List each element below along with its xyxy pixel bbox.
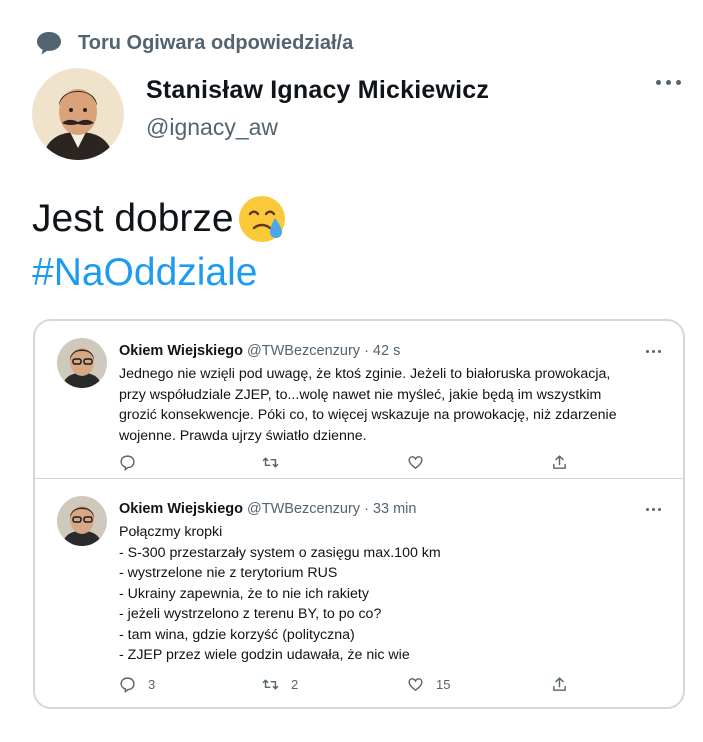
text-line: - ZJEP przez wiele godzin udawała, że ni… <box>119 647 410 663</box>
reply-context-text: Toru Ogiwara odpowiedział/a <box>78 31 354 54</box>
text-line: Jednego nie wzięli pod uwagę, że ktoś zg… <box>119 366 611 382</box>
quoted-author-name[interactable]: Okiem Wiejskiego <box>119 501 243 517</box>
tweet-actions <box>119 454 579 474</box>
avatar[interactable] <box>32 68 124 160</box>
text-line: wojenne. Prawda ujrzy światło dzienne. <box>119 427 367 444</box>
more-options-icon[interactable] <box>646 350 661 353</box>
quoted-author-name[interactable]: Okiem Wiejskiego <box>119 343 243 359</box>
text-line: - tam wina, gdzie korzyść (polityczna) <box>119 626 355 643</box>
retweet-count: 2 <box>291 677 299 692</box>
retweet-icon <box>262 457 279 468</box>
heart-icon <box>408 678 423 692</box>
quoted-tweet-text: Połączmy kropki - S-300 przestarzały sys… <box>119 522 674 666</box>
speech-bubble-icon <box>37 32 61 55</box>
share-icon <box>553 677 566 691</box>
quoted-tweet[interactable]: Okiem Wiejskiego @TWBezcenzury · 33 min … <box>35 479 683 707</box>
author-name[interactable]: Stanisław Ignacy Mickiewicz <box>146 76 489 105</box>
like-count: 15 <box>436 677 451 692</box>
text-line: - wystrzelone nie z terytorium RUS <box>119 565 338 581</box>
quoted-handle-time: @TWBezcenzury · 42 s <box>247 343 401 359</box>
quoted-tweet[interactable]: Okiem Wiejskiego @TWBezcenzury · 42 s Je… <box>35 321 683 478</box>
text-line: przy współudziale ZJEP, to...wolę nawet … <box>119 386 602 403</box>
text-line: - jeżeli wystrzelono z terenu BY, to po … <box>119 606 382 622</box>
retweet-button[interactable] <box>262 454 291 471</box>
author-handle[interactable]: @ignacy_aw <box>146 114 489 141</box>
more-options-icon[interactable] <box>646 508 661 511</box>
reply-context[interactable]: Toru Ogiwara odpowiedział/a <box>34 28 353 58</box>
hashtag-link[interactable]: #NaOddziale <box>32 246 257 300</box>
text-line: grozić konsekwencje. Póki co, to więcej … <box>119 407 617 423</box>
tweet-actions: 3 2 15 <box>119 676 579 696</box>
share-button[interactable] <box>551 676 568 693</box>
avatar[interactable] <box>57 496 107 546</box>
reply-icon <box>120 455 135 471</box>
face-holding-back-tears-emoji <box>238 196 285 242</box>
tweet-author: Stanisław Ignacy Mickiewicz @ignacy_aw <box>32 68 489 160</box>
reply-button[interactable] <box>119 454 148 471</box>
avatar[interactable] <box>57 338 107 388</box>
heart-icon <box>408 456 423 470</box>
share-icon <box>553 455 566 469</box>
text-line: - S-300 przestarzały system o zasięgu ma… <box>119 544 441 561</box>
quoted-tweet-text: Jednego nie wzięli pod uwagę, że ktoś zg… <box>119 364 674 446</box>
reply-button[interactable]: 3 <box>119 676 155 693</box>
retweet-icon <box>262 679 279 690</box>
like-button[interactable] <box>407 454 436 471</box>
tweet-text-body: Jest dobrze <box>32 197 234 240</box>
retweet-button[interactable]: 2 <box>262 676 298 693</box>
reply-count: 3 <box>148 677 156 692</box>
text-line: Połączmy kropki <box>119 524 223 540</box>
embedded-thread[interactable]: Okiem Wiejskiego @TWBezcenzury · 42 s Je… <box>33 319 685 709</box>
share-button[interactable] <box>551 454 568 471</box>
more-options-icon[interactable] <box>656 80 681 85</box>
tweet-text: Jest dobrze #NaOddziale <box>32 192 289 300</box>
quoted-handle-time: @TWBezcenzury · 33 min <box>247 501 417 517</box>
text-line: - Ukrainy zapewnia, że to nie ich rakiet… <box>119 585 369 602</box>
like-button[interactable]: 15 <box>407 676 450 693</box>
reply-icon <box>120 677 135 693</box>
